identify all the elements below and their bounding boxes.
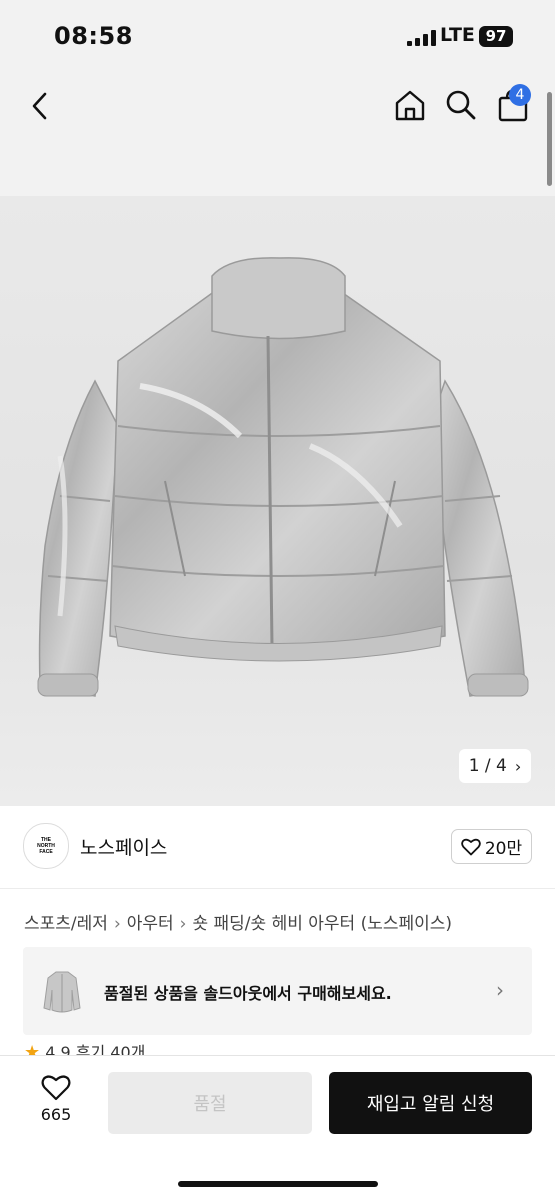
- status-bar: 08:58 LTE 97: [0, 0, 555, 72]
- heart-icon: [41, 1075, 71, 1101]
- breadcrumb-item[interactable]: 숏 패딩/숏 헤비 아우터 (노스페이스): [192, 914, 452, 934]
- breadcrumb-item[interactable]: 스포츠/레저: [24, 914, 108, 934]
- rating-row[interactable]: ★ 4.9 후기 40개: [24, 1039, 145, 1055]
- breadcrumb: 스포츠/레저 › 아우터 › 숏 패딩/숏 헤비 아우터 (노스페이스): [24, 909, 452, 934]
- search-icon: [446, 90, 476, 120]
- battery-indicator: 97: [479, 26, 513, 47]
- image-page-counter[interactable]: 1 / 4 ›: [459, 749, 531, 783]
- rating-score: 4.9: [45, 1043, 71, 1055]
- network-label: LTE: [440, 24, 475, 46]
- home-icon: [395, 90, 425, 121]
- heart-icon: [461, 838, 481, 855]
- brand-name[interactable]: 노스페이스: [80, 833, 167, 860]
- breadcrumb-separator-icon: ›: [113, 914, 121, 934]
- brand-logo[interactable]: THE NORTH FACE: [23, 823, 69, 869]
- signal-icon: [407, 30, 436, 46]
- brand-logo-mark: THE NORTH FACE: [37, 837, 55, 855]
- soldout-button[interactable]: 품절: [108, 1072, 312, 1134]
- jacket-image: [37, 257, 529, 697]
- product-image[interactable]: [0, 196, 555, 806]
- status-time: 08:58: [54, 22, 133, 50]
- scroll-indicator: [547, 92, 552, 186]
- review-count: 후기 40개: [75, 1043, 146, 1055]
- page-counter-text: 1 / 4: [468, 756, 507, 776]
- wishlist-count: 665: [40, 1105, 72, 1124]
- soldout-thumbnail: [43, 971, 81, 1013]
- back-button[interactable]: [22, 88, 58, 124]
- chevron-right-icon: ›: [514, 756, 522, 776]
- search-button[interactable]: [442, 86, 480, 124]
- soldout-banner-text: 품절된 상품을 솔드아웃에서 구매해보세요.: [104, 984, 392, 1003]
- chevron-right-icon: ›: [496, 978, 504, 1002]
- breadcrumb-item[interactable]: 아우터: [127, 914, 174, 934]
- brand-like-count: 20만: [484, 839, 523, 859]
- back-icon: [32, 92, 47, 120]
- home-button[interactable]: [391, 86, 429, 124]
- restock-alert-button[interactable]: 재입고 알림 신청: [329, 1072, 532, 1134]
- svg-text:FACE: FACE: [39, 849, 53, 855]
- wishlist-button[interactable]: 665: [26, 1074, 86, 1134]
- home-indicator: [178, 1181, 378, 1187]
- brand-like-button[interactable]: 20만: [451, 829, 532, 864]
- cart-count-badge: 4: [509, 84, 531, 106]
- star-icon: ★: [24, 1042, 41, 1055]
- breadcrumb-separator-icon: ›: [179, 914, 187, 934]
